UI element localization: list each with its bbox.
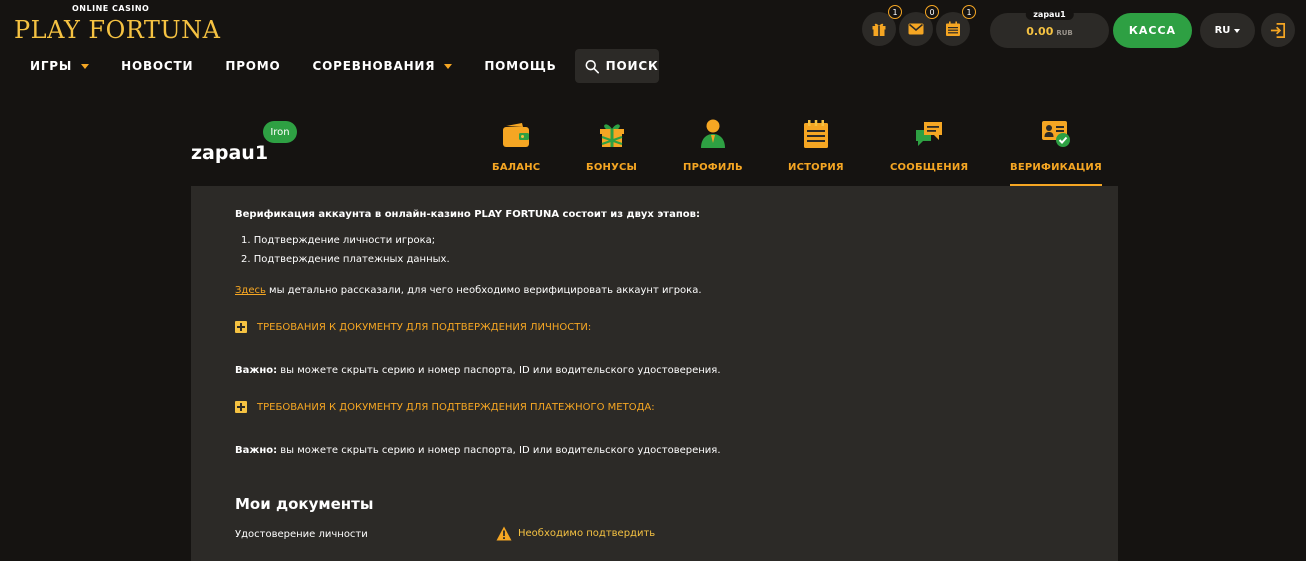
user-icon <box>700 119 725 148</box>
note-text: вы можете скрыть серию и номер паспорта,… <box>277 365 721 376</box>
calendar-button[interactable]: 1 <box>936 5 976 46</box>
plus-icon <box>235 321 247 333</box>
logout-button[interactable] <box>1261 13 1295 47</box>
list-item: 1. Подтверждение личности игрока; <box>241 235 436 246</box>
note-label: Важно: <box>235 365 278 376</box>
id-card-check-icon <box>1041 121 1070 147</box>
verification-steps: 1. Подтверждение личности игрока; 2. Под… <box>241 235 450 273</box>
logo-subtitle: ONLINE CASINO <box>72 4 150 13</box>
nav-item-label: ИГРЫ <box>30 59 73 73</box>
my-documents-title: Мои документы <box>235 495 374 513</box>
info-text: Здесь мы детально рассказали, для чего н… <box>235 285 702 296</box>
document-name: Удостоверение личности <box>235 529 368 540</box>
history-icon <box>803 120 828 148</box>
accordion-identity-requirements[interactable]: ТРЕБОВАНИЯ К ДОКУМЕНТУ ДЛЯ ПОДТВЕРЖДЕНИЯ… <box>235 321 591 333</box>
cashier-button[interactable]: КАССА <box>1113 13 1192 48</box>
search-button[interactable]: ПОИСК <box>574 49 659 83</box>
language-label: RU <box>1214 25 1231 36</box>
nav-item-label: ПОМОЩЬ <box>484 59 557 73</box>
tab-history[interactable]: ИСТОРИЯ <box>788 116 844 186</box>
tab-label: БОНУСЫ <box>586 162 638 173</box>
accordion-payment-requirements[interactable]: ТРЕБОВАНИЯ К ДОКУМЕНТУ ДЛЯ ПОДТВЕРЖДЕНИЯ… <box>235 401 655 413</box>
chevron-down-icon <box>444 63 453 69</box>
tab-label: СООБЩЕНИЯ <box>890 162 969 173</box>
balance-value: 0.00 RUB <box>990 25 1109 38</box>
logo-name: PLAY FORTUNA <box>14 16 221 44</box>
tab-label: ПРОФИЛЬ <box>683 162 743 173</box>
balance-widget[interactable]: zapau1 0.00 RUB <box>990 9 1109 48</box>
tab-balance[interactable]: БАЛАНС <box>492 116 540 186</box>
warning-icon <box>496 526 512 541</box>
balance-amount: 0.00 <box>1026 25 1054 38</box>
nav-item-label: НОВОСТИ <box>121 59 194 73</box>
tab-messages[interactable]: СООБЩЕНИЯ <box>890 116 968 186</box>
gifts-button[interactable]: 1 <box>862 5 902 46</box>
verification-intro: Верификация аккаунта в онлайн-казино PLA… <box>235 209 700 220</box>
important-note: Важно: вы можете скрыть серию и номер па… <box>235 365 721 376</box>
note-text: вы можете скрыть серию и номер паспорта,… <box>277 445 721 456</box>
profile-username: zapau1 <box>191 142 269 164</box>
document-status-label: Необходимо подтвердить <box>518 528 656 539</box>
nav-item-help[interactable]: ПОМОЩЬ <box>484 59 556 73</box>
tab-label: ИСТОРИЯ <box>788 162 844 173</box>
messages-button[interactable]: 0 <box>899 5 939 46</box>
tab-verification[interactable]: ВЕРИФИКАЦИЯ <box>1010 116 1102 186</box>
wallet-username: zapau1 <box>1025 9 1074 20</box>
chat-icon <box>916 122 943 146</box>
nav-item-news[interactable]: НОВОСТИ <box>121 59 193 73</box>
header-icons: 1 0 1 <box>862 5 976 46</box>
calendar-icon <box>946 21 960 36</box>
level-badge: Iron <box>263 121 297 143</box>
nav-item-games[interactable]: ИГРЫ <box>30 59 90 73</box>
accordion-label: ТРЕБОВАНИЯ К ДОКУМЕНТУ ДЛЯ ПОДТВЕРЖДЕНИЯ… <box>257 401 655 413</box>
chevron-down-icon <box>1234 28 1241 33</box>
tab-label: БАЛАНС <box>492 162 541 173</box>
mail-badge: 0 <box>925 5 939 19</box>
gift-box-icon <box>599 124 624 147</box>
nav-item-tournaments[interactable]: СОРЕВНОВАНИЯ <box>313 59 453 73</box>
logo[interactable]: ONLINE CASINO PLAY FORTUNA <box>14 4 220 44</box>
note-label: Важно: <box>235 445 278 456</box>
wallet-icon <box>503 123 530 147</box>
main-nav: ИГРЫ НОВОСТИ ПРОМО СОРЕВНОВАНИЯ ПОМОЩЬ П… <box>30 49 659 83</box>
info-text-body: мы детально рассказали, для чего необход… <box>265 285 702 296</box>
tab-label: ВЕРИФИКАЦИЯ <box>1010 162 1102 173</box>
tab-profile[interactable]: ПРОФИЛЬ <box>683 116 743 186</box>
tab-bonuses[interactable]: БОНУСЫ <box>586 116 637 186</box>
nav-item-label: СОРЕВНОВАНИЯ <box>312 59 436 73</box>
gift-badge: 1 <box>888 5 902 19</box>
chevron-down-icon <box>81 63 90 69</box>
accordion-label: ТРЕБОВАНИЯ К ДОКУМЕНТУ ДЛЯ ПОДТВЕРЖДЕНИЯ… <box>257 321 592 333</box>
nav-item-promo[interactable]: ПРОМО <box>225 59 280 73</box>
logout-icon <box>1270 22 1285 38</box>
nav-item-label: ПРОМО <box>225 59 281 73</box>
gift-icon <box>872 23 886 36</box>
plus-icon <box>235 401 247 413</box>
document-row: Удостоверение личности Необходимо подтве… <box>235 526 695 541</box>
here-link[interactable]: Здесь <box>235 285 266 296</box>
search-label: ПОИСК <box>605 59 659 73</box>
list-item: 2. Подтверждение платежных данных. <box>241 254 450 265</box>
important-note: Важно: вы можете скрыть серию и номер па… <box>235 445 721 456</box>
language-selector[interactable]: RU <box>1200 13 1255 48</box>
balance-currency: RUB <box>1056 29 1073 37</box>
mail-icon <box>908 23 924 35</box>
document-status[interactable]: Необходимо подтвердить <box>496 526 655 541</box>
calendar-badge: 1 <box>962 5 976 19</box>
verification-panel: Верификация аккаунта в онлайн-казино PLA… <box>191 186 1118 561</box>
search-icon <box>585 59 599 73</box>
